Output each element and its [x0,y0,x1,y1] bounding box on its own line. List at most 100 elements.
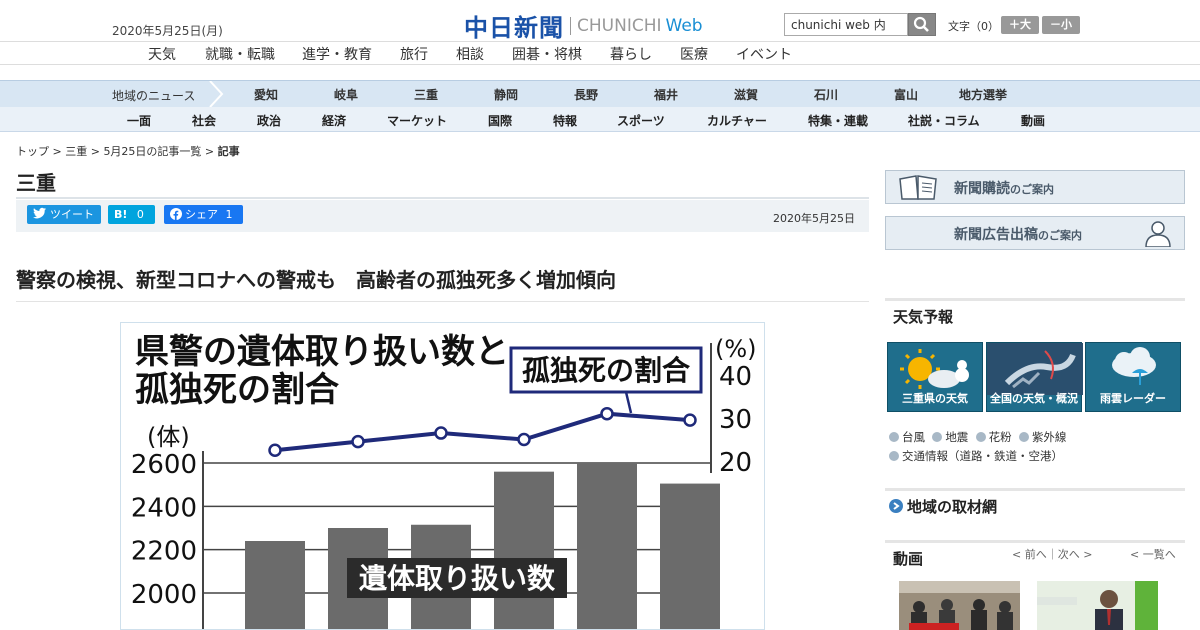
nav-education[interactable]: 進学・教育 [302,44,372,64]
chart-bar [577,463,637,629]
region-local-election[interactable]: 地方選挙 [959,86,1007,103]
nav-go-shogi[interactable]: 囲碁・将棋 [512,44,582,64]
nav-travel[interactable]: 旅行 [400,44,428,64]
chart-line-point [351,434,365,449]
section-video[interactable]: 動画 [1021,112,1045,129]
breadcrumb: トップ > 三重 > 5月25日の記事一覧 > 記事 [16,143,240,159]
chart-title-line2: 孤独死の割合 [135,370,339,410]
link-typhoon[interactable]: 台風 [889,430,925,444]
chart-bars [245,463,720,629]
region-gifu[interactable]: 岐阜 [334,86,358,103]
link-traffic[interactable]: 交通情報（道路・鉄道・空港） [889,449,1063,463]
link-pollen[interactable]: 花粉 [975,430,1012,444]
line-series-label: 孤独死の割合 [509,346,703,414]
section-features[interactable]: 特集・連載 [808,112,868,129]
region-fukui[interactable]: 福井 [654,86,678,103]
share-bar: ツイート B! 0 シェア 1 2020年5月25日 [16,200,869,232]
region-toyama[interactable]: 富山 [894,86,918,103]
breadcrumb-region[interactable]: 三重 [65,145,87,158]
nav-consult[interactable]: 相談 [456,44,484,64]
chart-title-line1: 県警の遺体取り扱い数と [135,332,509,372]
bar-unit-label: (体) [147,423,190,451]
section-editorial[interactable]: 社説・コラム [908,112,980,129]
weather-tile-national-label: 全国の天気・概況 [990,392,1078,405]
twitter-bird-icon [33,207,46,219]
svg-text:孤独死の割合: 孤独死の割合 [522,354,691,387]
font-smaller-button[interactable]: －小 [1042,16,1080,34]
tweet-label: ツイート [50,208,94,221]
newspaper-icon [899,175,937,200]
breadcrumb-sep: > [87,145,104,158]
link-uv[interactable]: 紫外線 [1018,430,1066,444]
circle-arrow-icon [1018,432,1029,442]
circle-arrow-icon [932,432,943,442]
section-front[interactable]: 一面 [127,112,151,129]
weather-tile-national[interactable]: 全国の天気・概況 [986,342,1083,412]
publish-date: 2020年5月25日 [773,212,855,225]
section-special[interactable]: 特報 [553,112,577,129]
video-next-link[interactable]: 次へ > [1058,548,1093,561]
section-market[interactable]: マーケット [387,112,447,129]
headline-divider [16,301,869,302]
section-sports[interactable]: スポーツ [617,112,665,129]
search-button[interactable] [908,13,936,36]
breadcrumb-list[interactable]: 5月25日の記事一覧 [103,145,201,158]
nav-weather[interactable]: 天気 [148,44,176,64]
video-thumbnail-1[interactable] [899,581,1020,630]
section-society[interactable]: 社会 [192,112,216,129]
nav-medical[interactable]: 医療 [680,44,708,64]
person-icon [1145,221,1171,247]
article-headline: 警察の検視、新型コロナへの警戒も 高齢者の孤独死多く増加傾向 [16,268,616,292]
facebook-share-button[interactable]: シェア 1 [164,205,243,224]
tweet-button[interactable]: ツイート [27,205,101,224]
subscription-banner[interactable]: 新聞購読のご案内 [885,170,1185,204]
hatena-bookmark-button[interactable]: B! 0 [108,205,155,224]
subscription-banner-text: 新聞購読のご案内 [954,181,1054,197]
site-logo[interactable]: 中日新聞 CHUNICHI Web [464,8,703,43]
region-mie[interactable]: 三重 [414,86,438,103]
breadcrumb-sep: > [49,145,66,158]
nav-jobs[interactable]: 就職・転職 [205,44,275,64]
font-larger-button[interactable]: ＋大 [1001,16,1039,34]
video-heading-label: 動画 [893,550,924,568]
video-thumbnail-image [1037,581,1158,630]
weather-tile-mie[interactable]: 三重県の天気 [887,342,983,412]
local-network-heading[interactable]: 地域の取材網 [885,488,1185,518]
video-list-link[interactable]: < 一覧へ [1130,546,1176,562]
section-politics[interactable]: 政治 [257,112,281,129]
circle-arrow-icon [975,432,986,442]
bar-axis-tick-label: 2200 [131,537,197,567]
region-shiga[interactable]: 滋賀 [734,86,758,103]
region-ishikawa[interactable]: 石川 [814,86,838,103]
line-axis-tick-label: 40 [719,362,752,392]
chart-line-point [517,432,531,447]
region-aichi[interactable]: 愛知 [254,86,278,103]
chart-svg: 2000 2200 2400 2600 20 30 40 県警の遺体取り扱い数と 孤独死の割… [131,332,757,629]
circle-arrow-icon [889,451,899,461]
nav-events[interactable]: イベント [736,44,792,64]
hatena-label: B! [114,208,128,221]
local-network-heading-label: 地域の取材網 [907,498,998,516]
facebook-count: 1 [225,208,233,221]
nav-divider-arrow-icon [209,81,224,107]
video-thumbnail-2[interactable] [1037,581,1158,630]
region-shizuoka[interactable]: 静岡 [494,86,518,103]
weather-tile-radar[interactable]: 雨雲レーダー [1085,342,1181,412]
video-pager: < 前へ｜次へ > [1012,548,1093,561]
section-international[interactable]: 国際 [488,112,512,129]
link-earthquake[interactable]: 地震 [932,430,968,444]
section-culture[interactable]: カルチャー [707,112,767,129]
search-input[interactable] [784,13,908,36]
section-economy[interactable]: 経済 [322,112,346,129]
region-nagano[interactable]: 長野 [574,86,598,103]
facebook-icon [170,208,182,220]
advertising-banner[interactable]: 新聞広告出稿のご案内 [885,216,1185,250]
rain-cloud-icon [1112,347,1156,385]
nav-living[interactable]: 暮らし [610,44,652,64]
chart-line-point [434,426,448,440]
circle-arrow-icon [889,499,903,513]
video-thumbnail-image [899,581,1020,630]
logo-jp: 中日新聞 [464,14,564,42]
breadcrumb-top[interactable]: トップ [16,145,49,158]
video-prev-link[interactable]: < 前へ [1012,548,1047,561]
